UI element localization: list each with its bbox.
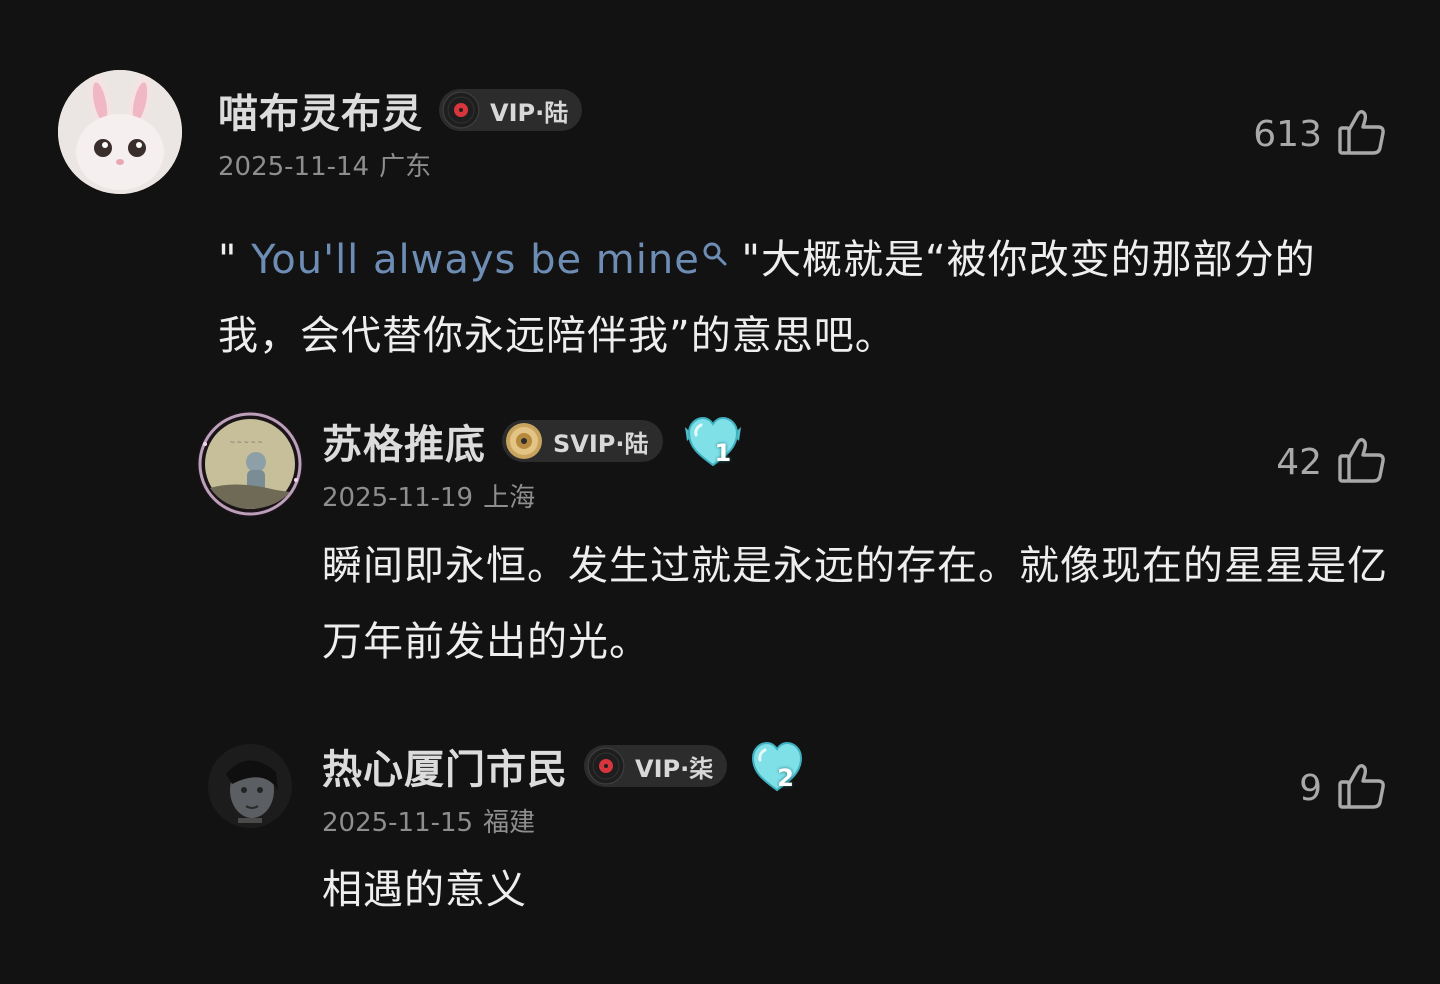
avatar[interactable] bbox=[58, 70, 182, 194]
comment-item: 热心厦门市民 VIP·柒 2 2025-11-15 福建 9 相遇的意义 bbox=[0, 720, 1440, 984]
comment-text-prefix: " bbox=[218, 237, 252, 283]
keyword-search-link[interactable]: You'll always be mine bbox=[251, 237, 728, 283]
vip-badge[interactable]: VIP·柒 bbox=[584, 745, 728, 787]
like-button[interactable]: 42 bbox=[1276, 434, 1388, 490]
comment-text: 相遇的意义 bbox=[322, 867, 527, 913]
like-count: 613 bbox=[1253, 113, 1322, 155]
username[interactable]: 苏格推底 bbox=[322, 412, 486, 470]
like-count: 42 bbox=[1276, 441, 1322, 483]
vinyl-disc-icon bbox=[587, 747, 625, 785]
like-button[interactable]: 613 bbox=[1253, 106, 1388, 162]
vip-badge[interactable]: VIP·陆 bbox=[439, 89, 583, 131]
like-count: 9 bbox=[1299, 767, 1322, 809]
comment-item: ~ ~ ~ ~ ~ 苏格推底 SVIP·陆 1 2025-11-19 上海 42… bbox=[0, 400, 1440, 700]
vip-label: VIP·柒 bbox=[635, 754, 714, 783]
fan-heart-badge[interactable]: 1 bbox=[681, 413, 745, 469]
comment-text: " You'll always be mine "大概就是“被你改变的那部分的我… bbox=[218, 222, 1328, 374]
comment-date: 2025-11-15 bbox=[322, 808, 474, 838]
comment-location: 广东 bbox=[379, 152, 432, 182]
keyword-text: You'll always be mine bbox=[251, 237, 700, 283]
avatar[interactable] bbox=[208, 744, 292, 828]
comment-item: 喵布灵布灵 VIP·陆 2025-11-14 广东 613 " You'll a… bbox=[0, 0, 1440, 400]
gold-disc-icon bbox=[505, 422, 543, 460]
comment-meta: 2025-11-15 福建 bbox=[322, 802, 535, 839]
search-icon bbox=[702, 216, 728, 292]
comment-meta: 2025-11-14 广东 bbox=[218, 146, 431, 183]
thumbs-up-icon bbox=[1336, 434, 1388, 490]
fan-badge-level: 1 bbox=[714, 439, 732, 467]
svg-text:~ ~ ~ ~ ~: ~ ~ ~ ~ ~ bbox=[230, 439, 263, 446]
fan-badge-level: 2 bbox=[777, 764, 794, 792]
thumbs-up-icon bbox=[1336, 760, 1388, 816]
avatar[interactable]: ~ ~ ~ ~ ~ bbox=[196, 410, 304, 518]
comment-text: 瞬间即永恒。发生过就是永远的存在。就像现在的星星是亿万年前发出的光。 bbox=[322, 543, 1388, 665]
comment-meta: 2025-11-19 上海 bbox=[322, 477, 535, 514]
fan-heart-badge[interactable]: 2 bbox=[745, 738, 809, 794]
username[interactable]: 喵布灵布灵 bbox=[218, 81, 423, 139]
vinyl-disc-icon bbox=[442, 91, 480, 129]
comment-location: 福建 bbox=[483, 808, 536, 838]
svip-badge[interactable]: SVIP·陆 bbox=[502, 420, 663, 462]
vip-label: VIP·陆 bbox=[490, 98, 569, 127]
vip-label: SVIP·陆 bbox=[553, 429, 649, 458]
comment-location: 上海 bbox=[483, 483, 536, 513]
comment-date: 2025-11-19 bbox=[322, 483, 474, 513]
like-button[interactable]: 9 bbox=[1299, 760, 1388, 816]
thumbs-up-icon bbox=[1336, 106, 1388, 162]
comment-date: 2025-11-14 bbox=[218, 152, 370, 182]
username[interactable]: 热心厦门市民 bbox=[322, 737, 568, 795]
